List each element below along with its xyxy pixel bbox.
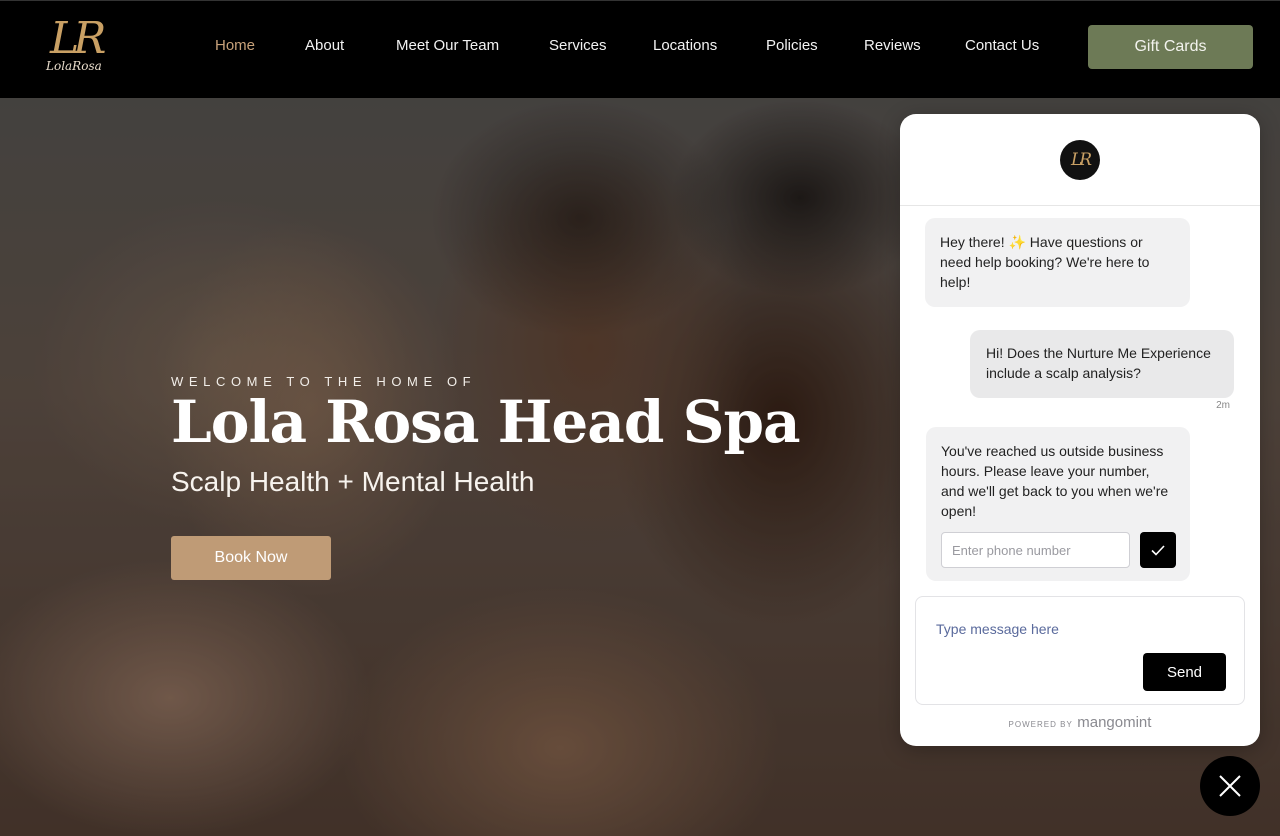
nav-about[interactable]: About	[305, 37, 344, 54]
phone-number-input[interactable]	[941, 532, 1130, 568]
chat-widget: LR Hey there! ✨ Have questions or need h…	[900, 114, 1260, 746]
logo[interactable]: LR LolaRosa	[44, 13, 116, 79]
message-timestamp: 2m	[1216, 400, 1230, 411]
message-input[interactable]	[936, 617, 1136, 641]
chat-header: LR	[900, 114, 1260, 206]
nav-policies[interactable]: Policies	[766, 37, 818, 54]
nav-meet-our-team[interactable]: Meet Our Team	[396, 37, 499, 54]
chat-avatar-mark: LR	[1070, 150, 1092, 170]
check-icon	[1151, 544, 1165, 556]
nav-reviews[interactable]: Reviews	[864, 37, 921, 54]
nav-services[interactable]: Services	[549, 37, 607, 54]
logo-mark: LR	[50, 13, 106, 64]
hero-welcome: WELCOME TO THE HOME OF	[171, 374, 477, 389]
after-hours-text: You've reached us outside business hours…	[941, 443, 1169, 519]
nav-contact-us[interactable]: Contact Us	[965, 37, 1039, 54]
nav-locations[interactable]: Locations	[653, 37, 717, 54]
logo-script: LolaRosa	[46, 59, 102, 73]
chat-avatar: LR	[1060, 140, 1100, 180]
close-chat-button[interactable]	[1200, 756, 1260, 816]
book-now-button[interactable]: Book Now	[171, 536, 331, 580]
powered-by-brand: mangomint	[1077, 714, 1152, 731]
hero-title: Lola Rosa Head Spa	[171, 388, 801, 456]
chat-message-business: Hey there! ✨ Have questions or need help…	[925, 218, 1190, 307]
close-icon	[1219, 775, 1241, 797]
site-header: LR LolaRosa Home About Meet Our Team Ser…	[0, 0, 1280, 98]
message-composer: Send	[915, 596, 1245, 705]
gift-cards-button[interactable]: Gift Cards	[1088, 25, 1253, 69]
powered-by[interactable]: POWERED BY mangomint	[900, 714, 1260, 732]
chat-message-user: Hi! Does the Nurture Me Experience inclu…	[970, 330, 1234, 398]
hero-subtitle: Scalp Health + Mental Health	[171, 466, 535, 497]
nav-home[interactable]: Home	[215, 37, 255, 54]
phone-submit-button[interactable]	[1140, 532, 1176, 568]
send-button[interactable]: Send	[1143, 653, 1226, 691]
powered-by-label: POWERED BY	[1008, 720, 1073, 729]
